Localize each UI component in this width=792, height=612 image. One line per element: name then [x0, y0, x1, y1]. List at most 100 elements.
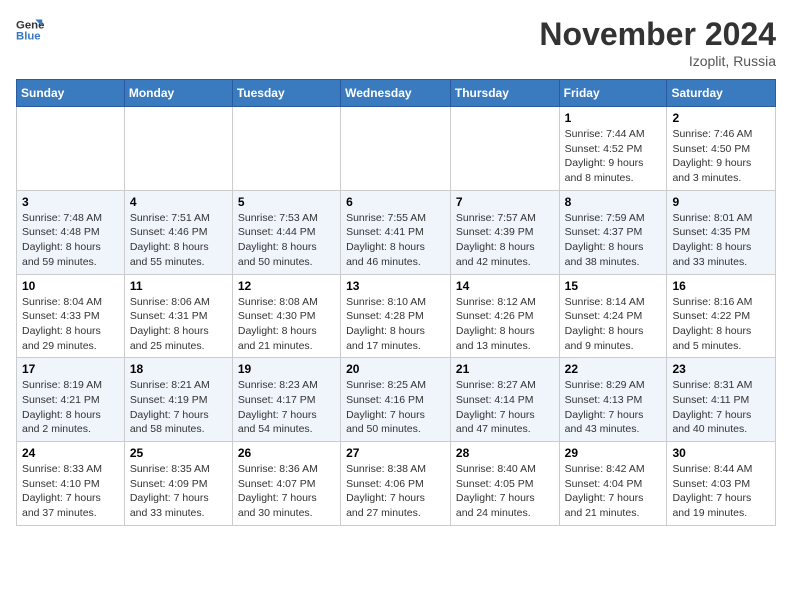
calendar-cell: 15 Sunrise: 8:14 AM Sunset: 4:24 PM Dayli…: [559, 274, 667, 358]
calendar-cell: 29 Sunrise: 8:42 AM Sunset: 4:04 PM Dayli…: [559, 442, 667, 526]
day-number: 19: [238, 362, 335, 376]
day-info: Sunrise: 8:25 AM Sunset: 4:16 PM Dayligh…: [346, 378, 445, 437]
day-info: Sunrise: 7:48 AM Sunset: 4:48 PM Dayligh…: [22, 211, 119, 270]
day-info: Sunrise: 8:16 AM Sunset: 4:22 PM Dayligh…: [672, 295, 770, 354]
calendar-table: SundayMondayTuesdayWednesdayThursdayFrid…: [16, 79, 776, 526]
day-info: Sunrise: 8:19 AM Sunset: 4:21 PM Dayligh…: [22, 378, 119, 437]
calendar-cell: 3 Sunrise: 7:48 AM Sunset: 4:48 PM Daylig…: [17, 190, 125, 274]
calendar-cell: 20 Sunrise: 8:25 AM Sunset: 4:16 PM Dayli…: [341, 358, 451, 442]
day-number: 23: [672, 362, 770, 376]
day-number: 26: [238, 446, 335, 460]
day-info: Sunrise: 8:04 AM Sunset: 4:33 PM Dayligh…: [22, 295, 119, 354]
calendar-cell: 2 Sunrise: 7:46 AM Sunset: 4:50 PM Daylig…: [667, 107, 776, 191]
calendar-cell: 19 Sunrise: 8:23 AM Sunset: 4:17 PM Dayli…: [232, 358, 340, 442]
day-number: 21: [456, 362, 554, 376]
calendar-cell: [124, 107, 232, 191]
month-title: November 2024: [539, 16, 776, 53]
week-row: 24 Sunrise: 8:33 AM Sunset: 4:10 PM Dayli…: [17, 442, 776, 526]
calendar-cell: 26 Sunrise: 8:36 AM Sunset: 4:07 PM Dayli…: [232, 442, 340, 526]
calendar-cell: 8 Sunrise: 7:59 AM Sunset: 4:37 PM Daylig…: [559, 190, 667, 274]
calendar-cell: [341, 107, 451, 191]
day-number: 1: [565, 111, 662, 125]
day-info: Sunrise: 8:42 AM Sunset: 4:04 PM Dayligh…: [565, 462, 662, 521]
calendar-cell: 25 Sunrise: 8:35 AM Sunset: 4:09 PM Dayli…: [124, 442, 232, 526]
calendar-cell: 1 Sunrise: 7:44 AM Sunset: 4:52 PM Daylig…: [559, 107, 667, 191]
title-block: November 2024 Izoplit, Russia: [539, 16, 776, 69]
day-number: 10: [22, 279, 119, 293]
day-info: Sunrise: 8:12 AM Sunset: 4:26 PM Dayligh…: [456, 295, 554, 354]
calendar-cell: 9Sunrise: 8:01 AM Sunset: 4:35 PM Daylig…: [667, 190, 776, 274]
day-info: Sunrise: 7:55 AM Sunset: 4:41 PM Dayligh…: [346, 211, 445, 270]
day-number: 30: [672, 446, 770, 460]
day-info: Sunrise: 8:29 AM Sunset: 4:13 PM Dayligh…: [565, 378, 662, 437]
day-info: Sunrise: 8:06 AM Sunset: 4:31 PM Dayligh…: [130, 295, 227, 354]
day-number: 12: [238, 279, 335, 293]
calendar-cell: 11 Sunrise: 8:06 AM Sunset: 4:31 PM Dayli…: [124, 274, 232, 358]
calendar-cell: [450, 107, 559, 191]
day-info: Sunrise: 7:44 AM Sunset: 4:52 PM Dayligh…: [565, 127, 662, 186]
weekday-header: Tuesday: [232, 80, 340, 107]
day-number: 25: [130, 446, 227, 460]
day-info: Sunrise: 8:21 AM Sunset: 4:19 PM Dayligh…: [130, 378, 227, 437]
location: Izoplit, Russia: [539, 53, 776, 69]
day-number: 16: [672, 279, 770, 293]
day-info: Sunrise: 7:51 AM Sunset: 4:46 PM Dayligh…: [130, 211, 227, 270]
day-number: 18: [130, 362, 227, 376]
calendar-cell: 13Sunrise: 8:10 AM Sunset: 4:28 PM Dayli…: [341, 274, 451, 358]
svg-text:Blue: Blue: [16, 31, 41, 43]
day-number: 24: [22, 446, 119, 460]
calendar-cell: 16 Sunrise: 8:16 AM Sunset: 4:22 PM Dayli…: [667, 274, 776, 358]
day-info: Sunrise: 7:59 AM Sunset: 4:37 PM Dayligh…: [565, 211, 662, 270]
day-info: Sunrise: 8:35 AM Sunset: 4:09 PM Dayligh…: [130, 462, 227, 521]
week-row: 17 Sunrise: 8:19 AM Sunset: 4:21 PM Dayli…: [17, 358, 776, 442]
day-number: 3: [22, 195, 119, 209]
day-info: Sunrise: 7:53 AM Sunset: 4:44 PM Dayligh…: [238, 211, 335, 270]
calendar-cell: [17, 107, 125, 191]
day-number: 28: [456, 446, 554, 460]
day-number: 4: [130, 195, 227, 209]
day-number: 20: [346, 362, 445, 376]
calendar-cell: 6Sunrise: 7:55 AM Sunset: 4:41 PM Daylig…: [341, 190, 451, 274]
week-row: 1 Sunrise: 7:44 AM Sunset: 4:52 PM Daylig…: [17, 107, 776, 191]
calendar-cell: 5 Sunrise: 7:53 AM Sunset: 4:44 PM Daylig…: [232, 190, 340, 274]
calendar-cell: 10 Sunrise: 8:04 AM Sunset: 4:33 PM Dayli…: [17, 274, 125, 358]
day-number: 5: [238, 195, 335, 209]
day-info: Sunrise: 8:27 AM Sunset: 4:14 PM Dayligh…: [456, 378, 554, 437]
weekday-header: Friday: [559, 80, 667, 107]
day-number: 27: [346, 446, 445, 460]
day-info: Sunrise: 8:36 AM Sunset: 4:07 PM Dayligh…: [238, 462, 335, 521]
day-number: 2: [672, 111, 770, 125]
weekday-header: Sunday: [17, 80, 125, 107]
day-info: Sunrise: 8:40 AM Sunset: 4:05 PM Dayligh…: [456, 462, 554, 521]
weekday-header: Monday: [124, 80, 232, 107]
page-header: General Blue November 2024 Izoplit, Russ…: [16, 16, 776, 69]
calendar-cell: 18 Sunrise: 8:21 AM Sunset: 4:19 PM Dayli…: [124, 358, 232, 442]
calendar-cell: 30 Sunrise: 8:44 AM Sunset: 4:03 PM Dayli…: [667, 442, 776, 526]
calendar-cell: 28 Sunrise: 8:40 AM Sunset: 4:05 PM Dayli…: [450, 442, 559, 526]
day-number: 15: [565, 279, 662, 293]
day-info: Sunrise: 7:46 AM Sunset: 4:50 PM Dayligh…: [672, 127, 770, 186]
day-info: Sunrise: 8:01 AM Sunset: 4:35 PM Dayligh…: [672, 211, 770, 270]
day-info: Sunrise: 8:08 AM Sunset: 4:30 PM Dayligh…: [238, 295, 335, 354]
weekday-header-row: SundayMondayTuesdayWednesdayThursdayFrid…: [17, 80, 776, 107]
day-info: Sunrise: 8:14 AM Sunset: 4:24 PM Dayligh…: [565, 295, 662, 354]
calendar-cell: 27Sunrise: 8:38 AM Sunset: 4:06 PM Dayli…: [341, 442, 451, 526]
day-number: 14: [456, 279, 554, 293]
day-number: 11: [130, 279, 227, 293]
day-info: Sunrise: 8:33 AM Sunset: 4:10 PM Dayligh…: [22, 462, 119, 521]
day-number: 7: [456, 195, 554, 209]
calendar-cell: 17 Sunrise: 8:19 AM Sunset: 4:21 PM Dayli…: [17, 358, 125, 442]
day-number: 29: [565, 446, 662, 460]
calendar-cell: 21 Sunrise: 8:27 AM Sunset: 4:14 PM Dayli…: [450, 358, 559, 442]
day-info: Sunrise: 7:57 AM Sunset: 4:39 PM Dayligh…: [456, 211, 554, 270]
day-number: 22: [565, 362, 662, 376]
week-row: 10 Sunrise: 8:04 AM Sunset: 4:33 PM Dayli…: [17, 274, 776, 358]
logo: General Blue: [16, 16, 44, 44]
day-info: Sunrise: 8:10 AM Sunset: 4:28 PM Dayligh…: [346, 295, 445, 354]
day-info: Sunrise: 8:44 AM Sunset: 4:03 PM Dayligh…: [672, 462, 770, 521]
calendar-cell: 4 Sunrise: 7:51 AM Sunset: 4:46 PM Daylig…: [124, 190, 232, 274]
day-number: 8: [565, 195, 662, 209]
day-info: Sunrise: 8:23 AM Sunset: 4:17 PM Dayligh…: [238, 378, 335, 437]
calendar-cell: 22 Sunrise: 8:29 AM Sunset: 4:13 PM Dayli…: [559, 358, 667, 442]
day-number: 17: [22, 362, 119, 376]
